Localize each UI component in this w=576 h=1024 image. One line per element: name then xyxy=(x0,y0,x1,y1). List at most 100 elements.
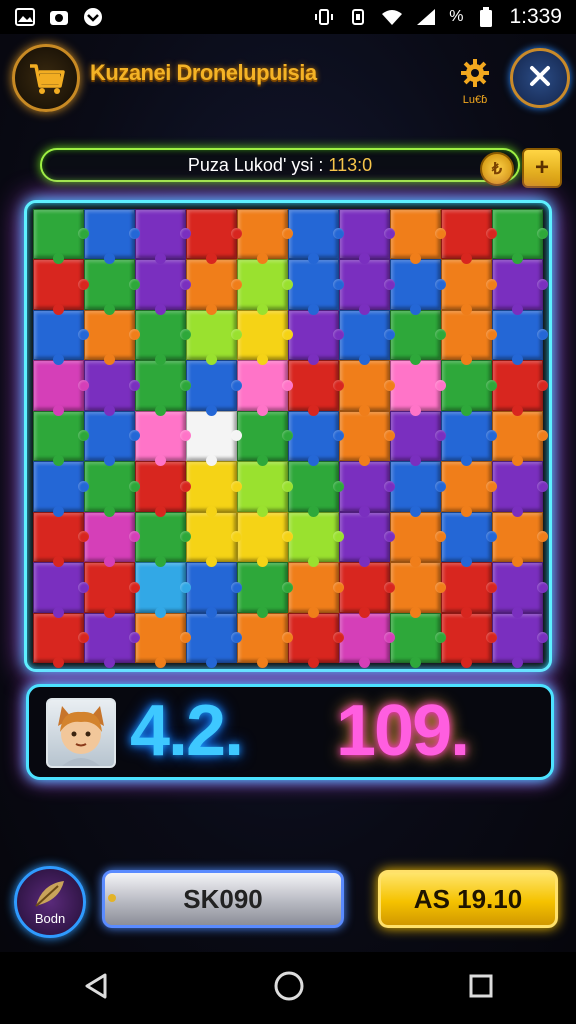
puzzle-piece[interactable] xyxy=(288,209,344,265)
close-button[interactable] xyxy=(510,48,570,108)
puzzle-piece[interactable] xyxy=(492,209,548,265)
puzzle-piece[interactable] xyxy=(441,209,497,265)
puzzle-piece[interactable] xyxy=(492,360,548,417)
puzzle-piece[interactable] xyxy=(237,461,293,518)
puzzle-piece[interactable] xyxy=(33,259,89,316)
puzzle-piece[interactable] xyxy=(186,309,242,366)
puzzle-piece[interactable] xyxy=(84,511,140,568)
silver-action-button[interactable]: SK090 xyxy=(102,870,344,928)
puzzle-piece[interactable] xyxy=(390,259,446,316)
puzzle-piece[interactable] xyxy=(492,562,548,619)
puzzle-piece[interactable] xyxy=(186,209,242,265)
puzzle-piece[interactable] xyxy=(390,360,446,417)
puzzle-piece[interactable] xyxy=(135,209,191,265)
puzzle-piece[interactable] xyxy=(390,562,446,619)
puzzle-piece[interactable] xyxy=(186,511,242,568)
puzzle-piece[interactable] xyxy=(84,562,140,619)
puzzle-piece[interactable] xyxy=(237,209,293,265)
puzzle-piece[interactable] xyxy=(288,360,344,417)
recents-square-icon[interactable] xyxy=(467,972,495,1005)
puzzle-piece[interactable] xyxy=(33,511,89,568)
puzzle-piece[interactable] xyxy=(33,209,89,265)
puzzle-piece[interactable] xyxy=(339,461,395,518)
puzzle-piece[interactable] xyxy=(237,360,293,417)
puzzle-piece[interactable] xyxy=(237,410,293,467)
puzzle-piece[interactable] xyxy=(390,461,446,518)
puzzle-piece[interactable] xyxy=(390,410,446,467)
puzzle-piece[interactable] xyxy=(33,360,89,417)
puzzle-piece[interactable] xyxy=(288,309,344,366)
puzzle-piece[interactable] xyxy=(237,309,293,366)
puzzle-piece[interactable] xyxy=(237,562,293,619)
puzzle-piece[interactable] xyxy=(441,461,497,518)
puzzle-piece[interactable] xyxy=(339,209,395,265)
puzzle-piece[interactable] xyxy=(492,612,548,669)
feather-button[interactable]: Bodn xyxy=(14,866,86,938)
puzzle-piece[interactable] xyxy=(186,612,242,669)
puzzle-piece[interactable] xyxy=(288,511,344,568)
puzzle-piece[interactable] xyxy=(135,562,191,619)
gold-action-button[interactable]: AS 19.10 xyxy=(378,870,558,928)
puzzle-piece[interactable] xyxy=(441,562,497,619)
cart-logo-icon[interactable] xyxy=(12,44,80,112)
puzzle-piece[interactable] xyxy=(339,259,395,316)
puzzle-piece[interactable] xyxy=(492,309,548,366)
coin-icon[interactable]: ₺ xyxy=(480,152,514,186)
puzzle-piece[interactable] xyxy=(441,410,497,467)
puzzle-piece[interactable] xyxy=(237,612,293,669)
puzzle-board[interactable] xyxy=(24,200,552,672)
puzzle-piece[interactable] xyxy=(339,410,395,467)
puzzle-piece[interactable] xyxy=(135,612,191,669)
puzzle-piece[interactable] xyxy=(186,410,242,467)
puzzle-piece[interactable] xyxy=(186,562,242,619)
puzzle-piece[interactable] xyxy=(390,511,446,568)
puzzle-piece[interactable] xyxy=(135,309,191,366)
puzzle-piece[interactable] xyxy=(339,612,395,669)
puzzle-piece[interactable] xyxy=(441,360,497,417)
back-triangle-icon[interactable] xyxy=(81,971,111,1006)
puzzle-piece[interactable] xyxy=(288,562,344,619)
puzzle-piece[interactable] xyxy=(339,309,395,366)
puzzle-piece[interactable] xyxy=(84,360,140,417)
puzzle-piece[interactable] xyxy=(84,209,140,265)
puzzle-piece[interactable] xyxy=(288,259,344,316)
puzzle-piece[interactable] xyxy=(84,612,140,669)
puzzle-piece[interactable] xyxy=(339,562,395,619)
puzzle-piece[interactable] xyxy=(84,259,140,316)
puzzle-piece[interactable] xyxy=(135,461,191,518)
puzzle-piece[interactable] xyxy=(135,360,191,417)
puzzle-piece[interactable] xyxy=(441,511,497,568)
puzzle-piece[interactable] xyxy=(492,461,548,518)
avatar[interactable] xyxy=(46,698,116,768)
puzzle-grid[interactable] xyxy=(33,209,548,669)
puzzle-piece[interactable] xyxy=(492,410,548,467)
puzzle-piece[interactable] xyxy=(288,612,344,669)
puzzle-piece[interactable] xyxy=(339,360,395,417)
puzzle-piece[interactable] xyxy=(237,511,293,568)
puzzle-piece[interactable] xyxy=(390,612,446,669)
puzzle-piece[interactable] xyxy=(441,309,497,366)
puzzle-piece[interactable] xyxy=(186,461,242,518)
puzzle-piece[interactable] xyxy=(390,209,446,265)
puzzle-piece[interactable] xyxy=(84,461,140,518)
puzzle-piece[interactable] xyxy=(135,259,191,316)
puzzle-piece[interactable] xyxy=(33,562,89,619)
puzzle-piece[interactable] xyxy=(390,309,446,366)
puzzle-piece[interactable] xyxy=(237,259,293,316)
puzzle-piece[interactable] xyxy=(84,309,140,366)
puzzle-piece[interactable] xyxy=(186,360,242,417)
puzzle-piece[interactable] xyxy=(33,461,89,518)
settings-button[interactable]: Lu€ɓ xyxy=(455,58,495,106)
puzzle-piece[interactable] xyxy=(33,410,89,467)
puzzle-piece[interactable] xyxy=(135,410,191,467)
puzzle-piece[interactable] xyxy=(441,259,497,316)
puzzle-piece[interactable] xyxy=(492,259,548,316)
puzzle-piece[interactable] xyxy=(33,612,89,669)
add-coins-button[interactable]: + xyxy=(522,148,562,188)
puzzle-piece[interactable] xyxy=(135,511,191,568)
puzzle-piece[interactable] xyxy=(441,612,497,669)
puzzle-piece[interactable] xyxy=(492,511,548,568)
puzzle-piece[interactable] xyxy=(288,410,344,467)
puzzle-piece[interactable] xyxy=(186,259,242,316)
puzzle-piece[interactable] xyxy=(33,309,89,366)
